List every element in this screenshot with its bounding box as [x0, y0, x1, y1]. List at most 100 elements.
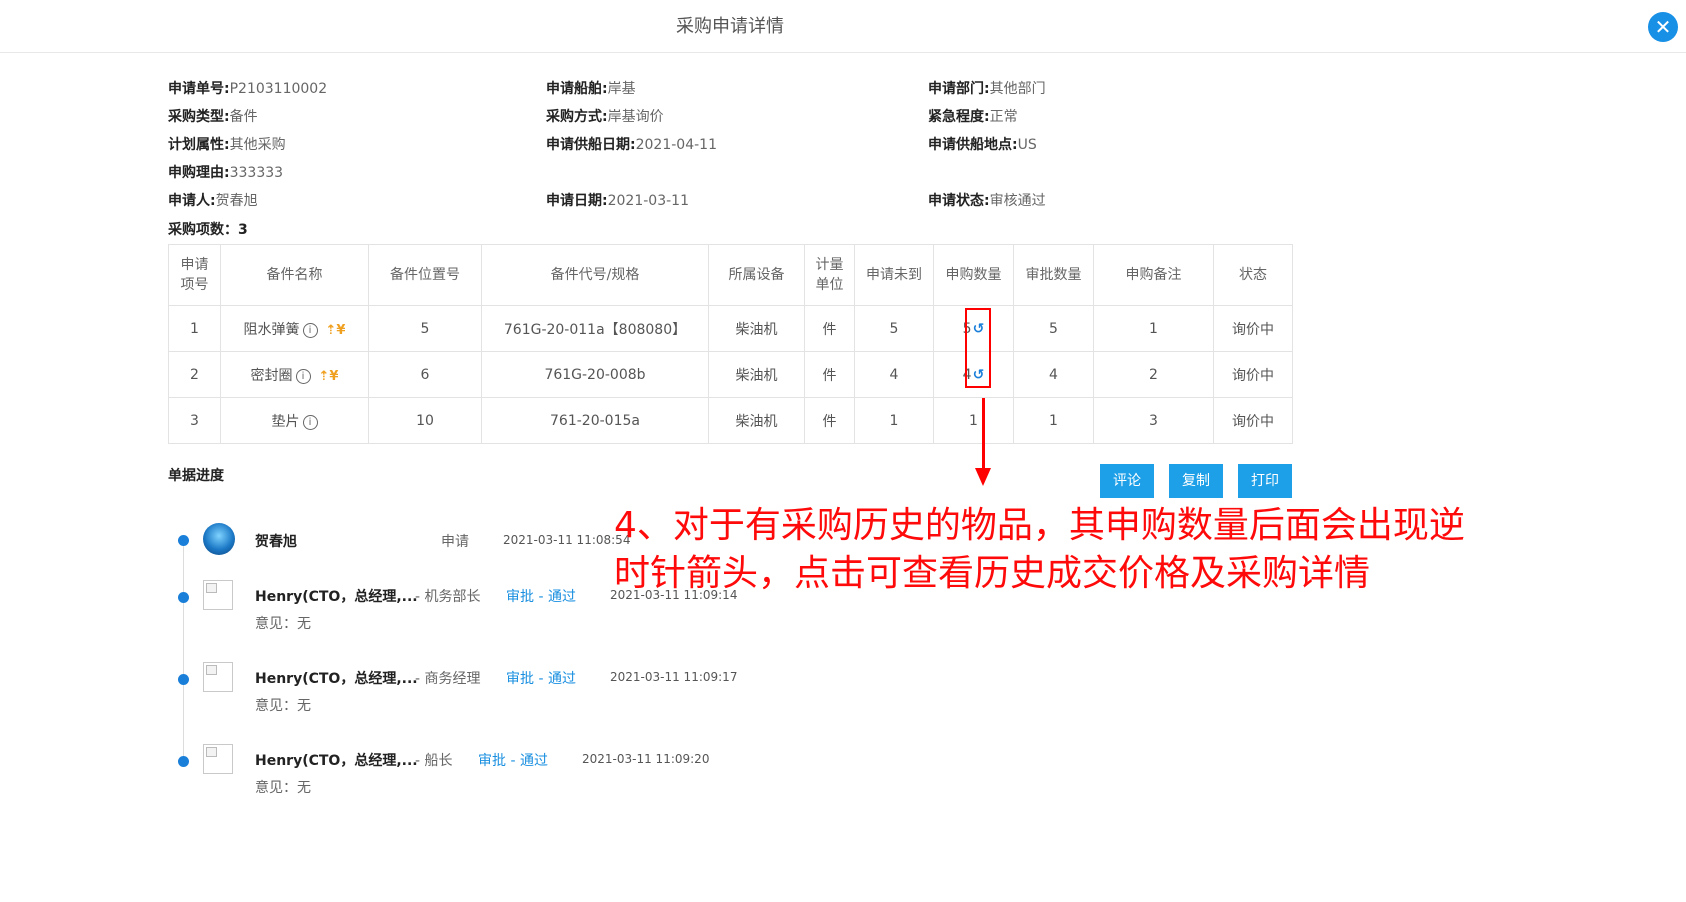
field-label: 申请船舶:	[546, 81, 608, 97]
field-reason: 申购理由:333333	[168, 162, 283, 182]
field-value: 2021-03-11	[607, 193, 689, 209]
timeline-dot	[178, 535, 189, 546]
field-ship: 申请船舶:岸基	[546, 78, 636, 98]
cell-equipment: 柴油机	[708, 351, 805, 398]
approver-name: Henry(CTO，总经理,...	[255, 671, 418, 687]
close-icon[interactable]: ✕	[1648, 12, 1678, 42]
purchase-icon[interactable]: ⇡¥	[326, 323, 346, 338]
cell-no: 1	[168, 305, 221, 352]
progress-title: 单据进度	[168, 468, 224, 484]
cell-equipment: 柴油机	[708, 397, 805, 444]
opinion-text: 意见：无	[255, 780, 311, 796]
print-button[interactable]: 打印	[1238, 464, 1292, 498]
opinion-text: 意见：无	[255, 698, 311, 714]
field-value: US	[1017, 137, 1037, 153]
approval-status-link[interactable]: 审批 - 通过	[506, 668, 576, 688]
cell-equipment: 柴油机	[708, 305, 805, 352]
item-count: 采购项数：3	[168, 222, 248, 238]
field-value: 正常	[989, 109, 1018, 125]
approver-role: - 机务部长	[415, 589, 481, 605]
timeline-dot	[178, 756, 189, 767]
copy-button[interactable]: 复制	[1169, 464, 1223, 498]
approver-role: - 船长	[415, 753, 453, 769]
field-value: 其他部门	[989, 81, 1046, 97]
timeline-dot	[178, 592, 189, 603]
cell-approved: 5	[1013, 305, 1094, 352]
cell-position: 6	[368, 351, 482, 398]
cell-code: 761-20-015a	[481, 397, 709, 444]
field-dept: 申请部门:其他部门	[928, 78, 1046, 98]
info-icon[interactable]: i	[302, 322, 318, 338]
field-value: 其他采购	[229, 137, 286, 153]
field-value: 审核通过	[989, 193, 1046, 209]
approver-name: 贺春旭	[255, 534, 297, 550]
info-icon[interactable]: i	[302, 414, 318, 430]
field-label: 申请人:	[168, 193, 216, 209]
comment-button[interactable]: 评论	[1100, 464, 1154, 498]
field-label: 采购方式:	[546, 109, 608, 125]
cell-status: 询价中	[1213, 305, 1293, 352]
field-supply-date: 申请供船日期:2021-04-11	[546, 134, 717, 154]
field-apply-date: 申请日期:2021-03-11	[546, 190, 689, 210]
cell-name: 垫片 i	[220, 397, 369, 444]
field-value: 333333	[229, 165, 284, 181]
field-value: 岸基询价	[607, 109, 664, 125]
items-table: 申请项号 备件名称 备件位置号 备件代号/规格 所属设备 计量单位 申请未到 申…	[168, 244, 1293, 444]
action-label: 申请	[441, 534, 469, 550]
purchase-icon[interactable]: ⇡¥	[319, 369, 339, 384]
approver-role: - 商务经理	[415, 671, 481, 687]
avatar	[203, 662, 233, 692]
cell-name: 密封圈 i ⇡¥	[220, 351, 369, 398]
annotation-arrow-head	[975, 468, 991, 486]
table-row: 1 阻水弹簧 i ⇡¥ 5 761G-20-011a【808080】 柴油机 件 5…	[168, 305, 1293, 352]
field-urgency: 紧急程度:正常	[928, 106, 1018, 126]
field-value: 岸基	[607, 81, 636, 97]
field-label: 计划属性:	[168, 137, 230, 153]
field-label: 申请单号:	[168, 81, 230, 97]
table-header-row: 申请项号 备件名称 备件位置号 备件代号/规格 所属设备 计量单位 申请未到 申…	[168, 244, 1293, 306]
timeline-line	[183, 538, 184, 763]
col-header: 所属设备	[708, 244, 805, 306]
cell-unit: 件	[804, 351, 855, 398]
avatar	[203, 744, 233, 774]
info-icon[interactable]: i	[295, 368, 311, 384]
cell-code: 761G-20-011a【808080】	[481, 305, 709, 352]
field-order-no: 申请单号:P2103110002	[168, 78, 327, 98]
timestamp: 2021-03-11 11:09:17	[610, 670, 738, 684]
cell-name: 阻水弹簧 i ⇡¥	[220, 305, 369, 352]
approver-name: Henry(CTO，总经理,...	[255, 753, 418, 769]
table-row: 3 垫片 i 10 761-20-015a 柴油机 件 1 1 1 3 询价中	[168, 397, 1293, 444]
approval-status-link[interactable]: 审批 - 通过	[506, 586, 576, 606]
cell-no: 3	[168, 397, 221, 444]
field-label: 紧急程度:	[928, 109, 990, 125]
timeline-dot	[178, 674, 189, 685]
col-header: 计量单位	[804, 244, 855, 306]
cell-pending: 5	[854, 305, 934, 352]
cell-note: 1	[1093, 305, 1214, 352]
field-value: P2103110002	[229, 81, 328, 97]
field-label: 申请供船地点:	[928, 137, 1018, 153]
cell-note: 3	[1093, 397, 1214, 444]
timestamp: 2021-03-11 11:09:20	[582, 752, 710, 766]
field-value: 备件	[229, 109, 258, 125]
col-header: 申请项号	[168, 244, 221, 306]
cell-unit: 件	[804, 305, 855, 352]
field-value: 2021-04-11	[635, 137, 717, 153]
cell-note: 2	[1093, 351, 1214, 398]
cell-unit: 件	[804, 397, 855, 444]
approver-name: Henry(CTO，总经理,...	[255, 589, 418, 605]
cell-code: 761G-20-008b	[481, 351, 709, 398]
col-header: 申购备注	[1093, 244, 1214, 306]
col-header: 备件位置号	[368, 244, 482, 306]
field-label: 申请供船日期:	[546, 137, 636, 153]
field-method: 采购方式:岸基询价	[546, 106, 664, 126]
approval-status-link[interactable]: 审批 - 通过	[478, 750, 548, 770]
field-type: 采购类型:备件	[168, 106, 258, 126]
cell-status: 询价中	[1213, 397, 1293, 444]
field-value: 贺春旭	[215, 193, 258, 209]
field-label: 采购类型:	[168, 109, 230, 125]
col-header: 状态	[1213, 244, 1293, 306]
cell-approved: 1	[1013, 397, 1094, 444]
dialog-header: 采购申请详情 ✕	[0, 0, 1686, 53]
page-title: 采购申请详情	[676, 16, 784, 37]
